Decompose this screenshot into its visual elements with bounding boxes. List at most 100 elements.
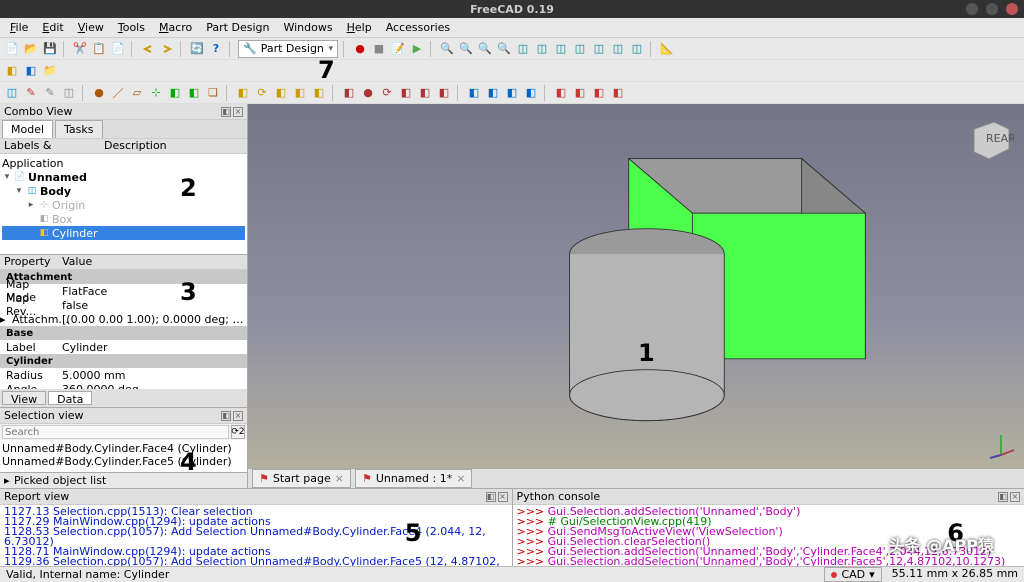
macro-record-icon[interactable]: ● — [352, 41, 368, 57]
report-view-body[interactable]: 1127.13 Selection.cpp(1513): Clear selec… — [0, 505, 512, 566]
helix-icon[interactable]: ◧ — [311, 85, 327, 101]
menu-macro[interactable]: Macro — [153, 19, 198, 36]
zoom-in-icon[interactable]: 🔍 — [458, 41, 474, 57]
open-icon[interactable]: 📂 — [23, 41, 39, 57]
revolution-icon[interactable]: ⟳ — [254, 85, 270, 101]
fillet-icon[interactable]: ◧ — [466, 85, 482, 101]
3d-viewport[interactable]: 1 REAR — [248, 104, 1024, 468]
cut-icon[interactable]: ✂️ — [72, 41, 88, 57]
whatsthis-icon[interactable]: ? — [208, 41, 224, 57]
sweep-icon[interactable]: ◧ — [292, 85, 308, 101]
ptab-data[interactable]: Data — [48, 391, 92, 405]
panel-close-icon[interactable]: × — [233, 107, 243, 117]
view-iso-icon[interactable]: ◫ — [515, 41, 531, 57]
copy-icon[interactable]: 📋 — [91, 41, 107, 57]
menu-partdesign[interactable]: Part Design — [200, 19, 275, 36]
view-top-icon[interactable]: ◫ — [553, 41, 569, 57]
menu-windows[interactable]: Windows — [277, 19, 338, 36]
property-editor[interactable]: Attachment Map ModeFlatFace Map Rev...fa… — [0, 270, 247, 389]
selection-list[interactable]: Unnamed#Body.Cylinder.Face4 (Cylinder) U… — [0, 440, 247, 472]
report-float-icon[interactable]: ◧ — [486, 492, 496, 502]
macro-stop-icon[interactable]: ■ — [371, 41, 387, 57]
prop-mapreversed[interactable]: Map Rev...false — [0, 298, 247, 312]
tab-model[interactable]: Model — [2, 120, 53, 138]
view-rear-icon[interactable]: ◫ — [591, 41, 607, 57]
close-icon[interactable]: × — [456, 472, 465, 485]
view-bottom-icon[interactable]: ◫ — [610, 41, 626, 57]
linear-pattern-icon[interactable]: ◧ — [572, 85, 588, 101]
loft-icon[interactable]: ◧ — [273, 85, 289, 101]
menu-accessories[interactable]: Accessories — [380, 19, 456, 36]
nav-style-button[interactable]: CAD▾ — [824, 567, 881, 582]
prop-angle[interactable]: Angle360.0000 deg — [0, 382, 247, 389]
undo-icon[interactable] — [140, 41, 156, 57]
lcs-icon[interactable]: ⊹ — [148, 85, 164, 101]
plane-icon[interactable]: ▱ — [129, 85, 145, 101]
refresh-icon[interactable]: 🔄 — [189, 41, 205, 57]
tree-origin[interactable]: ▸⊹Origin — [2, 198, 245, 212]
draft-icon[interactable]: ◧ — [504, 85, 520, 101]
tree-box[interactable]: ◧Box — [2, 212, 245, 226]
group-icon[interactable]: 📁 — [42, 63, 58, 79]
subshapebinder-icon[interactable]: ◧ — [186, 85, 202, 101]
part-icon[interactable]: ◧ — [23, 63, 39, 79]
selview-close-icon[interactable]: × — [233, 411, 243, 421]
ptab-view[interactable]: View — [2, 391, 46, 405]
groove-icon[interactable]: ⟳ — [379, 85, 395, 101]
subsweep-icon[interactable]: ◧ — [417, 85, 433, 101]
new-icon[interactable]: 📄 — [4, 41, 20, 57]
panel-float-icon[interactable]: ◧ — [221, 107, 231, 117]
pad-icon[interactable]: ◧ — [235, 85, 251, 101]
tab-tasks[interactable]: Tasks — [55, 120, 102, 138]
paste-icon[interactable]: 📄 — [110, 41, 126, 57]
prop-radius[interactable]: Radius5.0000 mm — [0, 368, 247, 382]
report-close-icon[interactable]: × — [498, 492, 508, 502]
selview-float-icon[interactable]: ◧ — [221, 411, 231, 421]
chamfer-icon[interactable]: ◧ — [485, 85, 501, 101]
selection-item[interactable]: Unnamed#Body.Cylinder.Face4 (Cylinder) — [2, 442, 245, 455]
clone-icon[interactable]: ❏ — [205, 85, 221, 101]
selection-item[interactable]: Unnamed#Body.Cylinder.Face5 (Cylinder) — [2, 455, 245, 468]
pocket-icon[interactable]: ◧ — [341, 85, 357, 101]
pycon-close-icon[interactable]: × — [1010, 492, 1020, 502]
pycon-float-icon[interactable]: ◧ — [998, 492, 1008, 502]
thickness-icon[interactable]: ◧ — [523, 85, 539, 101]
prop-label[interactable]: LabelCylinder — [0, 340, 247, 354]
measure-icon[interactable]: 📐 — [659, 41, 675, 57]
create-body-icon[interactable]: ◫ — [4, 85, 20, 101]
macro-run-icon[interactable]: ▶ — [409, 41, 425, 57]
maximize-button[interactable] — [986, 3, 998, 15]
model-tree[interactable]: Application ▾📄Unnamed ▾◫Body ▸⊹Origin ◧B… — [0, 154, 247, 254]
close-button[interactable] — [1006, 3, 1018, 15]
hole-icon[interactable]: ● — [360, 85, 376, 101]
map-sketch-icon[interactable]: ◫ — [61, 85, 77, 101]
tree-application[interactable]: Application — [2, 156, 245, 170]
view-front-icon[interactable]: ◫ — [534, 41, 550, 57]
mirror-icon[interactable]: ◧ — [553, 85, 569, 101]
create-sketch-icon[interactable]: ✎ — [23, 85, 39, 101]
minimize-button[interactable] — [966, 3, 978, 15]
body-icon[interactable]: ◧ — [4, 63, 20, 79]
save-icon[interactable]: 💾 — [42, 41, 58, 57]
edit-sketch-icon[interactable]: ✎ — [42, 85, 58, 101]
selection-count-icon[interactable]: ⟳2 — [231, 425, 245, 439]
menu-view[interactable]: View — [72, 19, 110, 36]
view-left-icon[interactable]: ◫ — [629, 41, 645, 57]
selection-search-input[interactable] — [2, 425, 229, 439]
doctab-startpage[interactable]: ⚑Start page× — [252, 469, 351, 488]
polar-pattern-icon[interactable]: ◧ — [591, 85, 607, 101]
macro-edit-icon[interactable]: 📝 — [390, 41, 406, 57]
navigation-cube[interactable]: REAR — [964, 114, 1014, 164]
doctab-unnamed[interactable]: ⚑Unnamed : 1*× — [355, 469, 473, 488]
view-right-icon[interactable]: ◫ — [572, 41, 588, 57]
subhelix-icon[interactable]: ◧ — [436, 85, 452, 101]
tree-cylinder[interactable]: ◧Cylinder — [2, 226, 245, 240]
draw-style-icon[interactable]: 🔍 — [496, 41, 512, 57]
point-icon[interactable]: ● — [91, 85, 107, 101]
menu-tools[interactable]: Tools — [112, 19, 151, 36]
picked-object-header[interactable]: ▸Picked object list — [0, 472, 247, 488]
subloft-icon[interactable]: ◧ — [398, 85, 414, 101]
line-icon[interactable]: ／ — [110, 85, 126, 101]
shapebinder-icon[interactable]: ◧ — [167, 85, 183, 101]
zoom-fit-icon[interactable]: 🔍 — [439, 41, 455, 57]
